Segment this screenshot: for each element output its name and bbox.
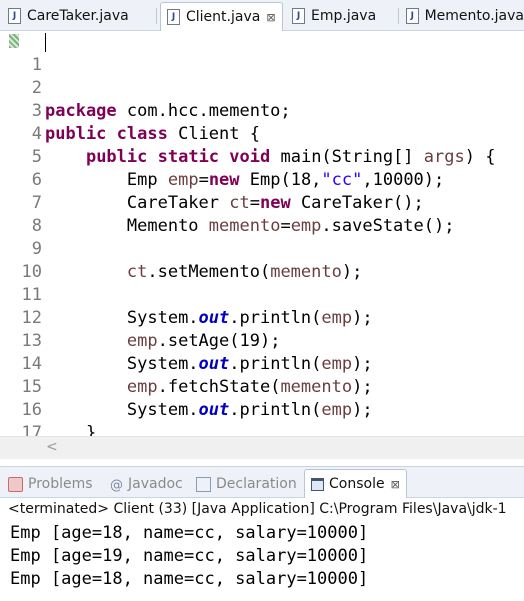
- code-line: 8: [0, 192, 524, 236]
- tab-label: Console: [329, 476, 385, 492]
- tab-problems[interactable]: Problems: [8, 472, 93, 496]
- tab-label: Declaration: [216, 476, 297, 492]
- tab-client-java[interactable]: J Client.java ⊠: [160, 2, 283, 31]
- console-output-line: Emp [age=18, name=cc, salary=10000]: [10, 569, 369, 589]
- tab-emp-java[interactable]: J Emp.java: [292, 3, 376, 29]
- scroll-left-icon[interactable]: <: [46, 439, 58, 455]
- console-output-line: Emp [age=19, name=cc, salary=10000]: [10, 546, 369, 566]
- tab-label: Client.java: [186, 9, 261, 25]
- code-line: 17 }: [0, 399, 524, 439]
- tab-javadoc[interactable]: @ Javadoc: [110, 472, 183, 496]
- tab-separator: [156, 8, 157, 24]
- tab-console[interactable]: Console ⊠: [304, 469, 407, 498]
- code-line: 7 Memento memento=emp.saveState();: [0, 169, 524, 236]
- tab-label: Emp.java: [311, 8, 377, 24]
- close-icon[interactable]: ⊠: [391, 478, 400, 491]
- tab-label: Javadoc: [128, 476, 183, 492]
- code-line: 5 Emp emp=new Emp(18,"cc",10000);: [0, 123, 524, 190]
- declaration-icon: [196, 476, 211, 492]
- code-line: 6 CareTaker ct=new CareTaker();: [0, 146, 524, 213]
- tab-label: Problems: [28, 476, 93, 492]
- at-icon: @: [110, 477, 123, 493]
- code-line: 1 package com.hcc.memento;: [0, 31, 524, 121]
- java-file-icon: J: [292, 8, 305, 24]
- panel-tab-bar: Problems @ Javadoc Declaration Console ⊠: [0, 466, 524, 498]
- code-line: 16 }: [0, 376, 524, 439]
- tab-declaration[interactable]: Declaration: [196, 472, 297, 496]
- tab-caretaker-java[interactable]: J CareTaker.java: [8, 3, 129, 29]
- java-file-icon: J: [8, 8, 21, 24]
- code-line: 14 emp.fetchState(memento);: [0, 330, 524, 397]
- code-editor[interactable]: 1 package com.hcc.memento; 2 3 public cl…: [0, 31, 524, 439]
- close-icon[interactable]: ⊠: [266, 11, 275, 24]
- java-file-icon: J: [406, 8, 419, 24]
- horizontal-scrollbar[interactable]: <: [0, 436, 524, 459]
- code-line: 3 public class Client {: [0, 77, 524, 144]
- code-line: 15 System.out.println(emp);: [0, 353, 524, 420]
- tab-separator: [398, 8, 399, 24]
- text-cursor: [45, 33, 46, 52]
- code-line: 11 System.out.println(emp);: [0, 261, 524, 328]
- problems-icon: [8, 476, 23, 492]
- console-icon: [311, 477, 324, 491]
- console-output-line: Emp [age=18, name=cc, salary=10000]: [10, 523, 369, 543]
- java-file-icon: J: [167, 9, 180, 25]
- code-line: 13 System.out.println(emp);: [0, 307, 524, 374]
- code-line: 9 ct.setMemento(memento);: [0, 215, 524, 282]
- code-line: 2: [0, 54, 524, 98]
- tab-label: CareTaker.java: [27, 8, 129, 24]
- tab-memento-java[interactable]: J Memento.java: [406, 3, 524, 29]
- console-process-label: <terminated> Client (33) [Java Applicati…: [8, 501, 507, 517]
- tab-label: Memento.java: [424, 8, 524, 24]
- code-line: 12 emp.setAge(19);: [0, 284, 524, 351]
- code-line: 4 public static void main(String[] args)…: [0, 100, 524, 167]
- editor-tab-bar: J CareTaker.java J Client.java ⊠ J Emp.j…: [0, 0, 524, 31]
- code-line: 10: [0, 238, 524, 282]
